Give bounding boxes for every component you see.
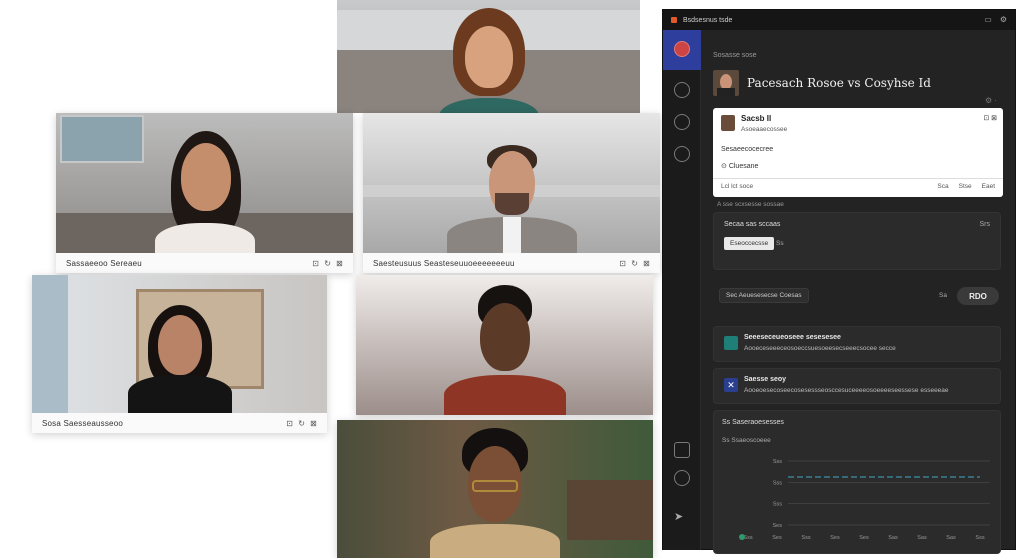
footer-action[interactable]: Sca — [937, 183, 948, 190]
mic-off-icon[interactable]: ⊠ — [643, 259, 650, 268]
toolbar-mid: Sa — [939, 292, 947, 299]
x-tick-label: Ses — [772, 535, 782, 541]
camera-icon[interactable]: ⊡ — [286, 419, 293, 428]
status-badge[interactable]: RDO — [957, 287, 999, 305]
camera-icon[interactable]: ⊡ — [312, 259, 319, 268]
notice-text: Aooeoesecoseecosesessseosccesuceeeeosoee… — [744, 387, 949, 394]
title-bar: Bsdsesnus tsde ▭ ⚙ — [663, 10, 1015, 30]
notice-text: Aooeceseeeceosoeccsuesoeesecseeecsocee s… — [744, 345, 896, 352]
rocket-icon[interactable]: ➤ — [674, 510, 690, 526]
side-panel: Bsdsesnus tsde ▭ ⚙ ➤ Sosasse sose Pacesa… — [662, 9, 1016, 554]
status-icon: ⊙ — [721, 163, 729, 170]
x-tick-label: Ses — [830, 535, 840, 541]
tile-controls[interactable]: ⊡ ↻ ⊠ — [286, 419, 317, 428]
video-tile-top[interactable] — [337, 0, 640, 113]
video-tile-1[interactable]: Sassaeeoo Sereaeu ⊡ ↻ ⊠ — [56, 113, 353, 273]
x-tick-label: Ses — [859, 535, 869, 541]
chart-card: Ss Saseraoesesses Ss Ssaeoscoeee Sss Sss S… — [713, 410, 1001, 554]
chart-title: Ss Saseraoesesses — [722, 419, 784, 426]
avatar — [713, 70, 739, 96]
video-tile-4[interactable] — [356, 275, 653, 415]
participant-name: Sosa Saesseausseoo — [42, 418, 123, 428]
chip-suffix: Ss — [776, 240, 784, 247]
refresh-icon[interactable]: ↻ — [324, 259, 331, 268]
home-icon[interactable] — [674, 41, 690, 57]
participant-name: Saesteusuus Seasteseuuoeeeeeeeuu — [373, 258, 515, 268]
mic-off-icon[interactable]: ⊠ — [310, 419, 317, 428]
legend-dot — [739, 534, 745, 540]
footer-action[interactable]: Stse — [959, 183, 972, 190]
notice-icon — [724, 336, 738, 350]
puzzle-icon: ✕ — [724, 378, 738, 392]
nav-rail: ➤ — [663, 30, 701, 550]
video-tile-5[interactable] — [337, 420, 653, 558]
card-subtitle: Asoeaaecossee — [741, 126, 788, 133]
notice-card[interactable]: Seeeseceueoseee sesesesee Aooeceseeeceos… — [713, 326, 1001, 362]
notice-card[interactable]: ✕ Saesse seoy Aooeoesecoseecosesessseosc… — [713, 368, 1001, 404]
participant-card[interactable]: Sacsb Il Asoeaaecossee ⊡ ⊠ Sesaeecocecre… — [713, 108, 1003, 197]
app-label: Bsdsesnus tsde — [683, 16, 733, 24]
footer-action[interactable]: Eaet — [982, 183, 995, 190]
x-tick-label: Sas — [917, 535, 927, 541]
participant-video — [110, 275, 250, 413]
y-tick-label: Ses — [773, 523, 783, 529]
notice-title: Seeeseceueoseee sesesesee — [744, 334, 841, 341]
avatar — [721, 115, 735, 131]
video-tile-3[interactable]: Sosa Saesseausseoo ⊡ ↻ ⊠ — [32, 275, 327, 433]
apps-icon[interactable] — [674, 442, 690, 458]
y-tick-label: Sss — [773, 459, 782, 465]
card-line-1: Sesaeecocecree — [721, 146, 774, 153]
settings-icon[interactable] — [674, 470, 690, 486]
participant-video — [135, 113, 275, 253]
settings-icon[interactable]: ⚙ — [1000, 15, 1007, 24]
chart-subtitle: Ss Ssaeoscoeee — [722, 437, 771, 444]
help-icon[interactable] — [674, 146, 690, 162]
filter-button[interactable]: Sec Aeuesesecse Coesas — [719, 288, 809, 303]
participant-video — [429, 0, 549, 113]
participant-name: Sassaeeoo Sereaeu — [66, 258, 142, 268]
card-line-2: Cluesane — [728, 163, 759, 170]
y-tick-label: Sss — [773, 480, 782, 486]
card-name: Sacsb Il — [741, 114, 772, 123]
card-footer: Lcl lct soce — [721, 183, 754, 190]
minimize-icon[interactable]: ▭ — [984, 15, 992, 24]
refresh-icon[interactable]: ↻ — [298, 419, 305, 428]
refresh-icon[interactable]: ↻ — [631, 259, 638, 268]
chat-icon[interactable] — [674, 82, 690, 98]
app-logo-icon — [671, 17, 677, 23]
notice-title: Saesse seoy — [744, 376, 787, 383]
card-actions-icon[interactable]: ⊡ ⊠ — [983, 114, 997, 122]
x-tick-label: Sas — [946, 535, 956, 541]
calendar-icon[interactable] — [674, 114, 690, 130]
tag-chip[interactable]: Eseoccecsse — [724, 237, 775, 250]
section-title: Secaa sas sccaas — [724, 221, 781, 228]
y-tick-label: Sss — [773, 502, 782, 508]
breadcrumb: Sosasse sose — [713, 52, 757, 59]
section-card: Secaa sas sccaas Srs Eseoccecsse Ss — [713, 212, 1001, 270]
participant-video — [420, 420, 570, 558]
tile-controls[interactable]: ⊡ ↻ ⊠ — [312, 259, 343, 268]
line-chart: SssSssSssSesSss Ses Sss Ses Ses Sas Sas Sas Sss — [739, 459, 990, 541]
page-title: Pacesach Rosoe vs Cosyhse Id — [747, 76, 931, 90]
more-icon[interactable]: ⚙ · — [985, 96, 997, 105]
x-tick-label: Sss — [975, 535, 984, 541]
video-tile-2[interactable]: Saesteusuus Seasteseuuoeeeeeeeuu ⊡ ↻ ⊠ — [363, 113, 660, 273]
camera-icon[interactable]: ⊡ — [619, 259, 626, 268]
section-caption: A sse scxsesse sossae — [717, 201, 784, 208]
mic-off-icon[interactable]: ⊠ — [336, 259, 343, 268]
section-right: Srs — [979, 221, 991, 228]
participant-video — [437, 113, 587, 253]
tile-controls[interactable]: ⊡ ↻ ⊠ — [619, 259, 650, 268]
x-tick-label: Sas — [888, 535, 898, 541]
x-tick-label: Sss — [801, 535, 810, 541]
participant-video — [430, 275, 580, 415]
